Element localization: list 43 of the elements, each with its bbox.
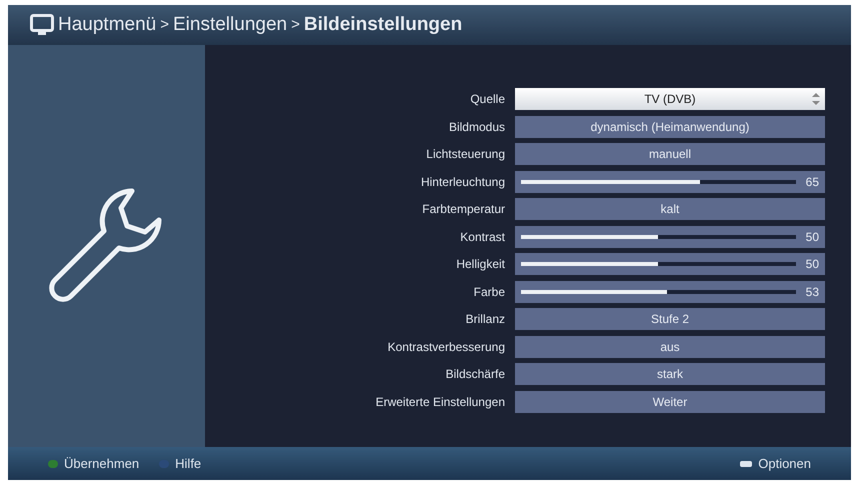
slider-track[interactable] [521, 290, 796, 294]
breadcrumb-item: Hauptmenü [58, 12, 156, 37]
slider-value: 50 [806, 228, 819, 246]
breadcrumb-item: Einstellungen [173, 12, 288, 37]
value-selector[interactable]: kalt [515, 198, 825, 220]
slider-row[interactable]: 50 [515, 226, 825, 248]
setting-label: Farbe [472, 284, 506, 301]
setting-label: Erweiterte Einstellungen [374, 394, 506, 411]
slider-value: 65 [806, 174, 819, 191]
slider-track[interactable] [521, 234, 796, 239]
value-selector[interactable]: dynamisch (Heimanwendung) [515, 116, 825, 138]
breadcrumb-separator: > [160, 14, 169, 35]
key-hint: Übernehmen [64, 454, 140, 473]
value-selector[interactable]: manuell [515, 143, 825, 166]
slider-value: 50 [806, 256, 819, 274]
slider-value: 53 [806, 284, 819, 301]
value-selector[interactable]: stark [515, 363, 825, 386]
setting-label: Quelle [469, 91, 506, 108]
slider-track[interactable] [521, 180, 796, 184]
breadcrumb-separator: > [291, 14, 300, 35]
breadcrumb-item: Bildeinstellungen [304, 12, 462, 37]
key-hint: Hilfe [175, 454, 202, 473]
setting-label: Bildmodus [448, 118, 506, 136]
setting-label: Lichtsteuerung [425, 146, 506, 164]
setting-label: Helligkeit [455, 256, 506, 274]
setting-label: Bildschärfe [444, 366, 506, 384]
setting-label: Farbtemperatur [421, 201, 506, 218]
setting-label: Hinterleuchtung [420, 174, 506, 191]
setting-label: Kontrastverbesserung [386, 338, 506, 356]
up-down-icon [811, 92, 821, 106]
value-selector[interactable]: TV (DVB) [515, 88, 825, 110]
tv-icon [30, 14, 54, 36]
value-selector[interactable]: Stufe 2 [515, 308, 825, 330]
setting-label: Kontrast [459, 228, 506, 246]
value-selector[interactable]: Weiter [515, 390, 825, 413]
slider-row[interactable]: 53 [515, 280, 825, 303]
value-selector[interactable]: aus [515, 336, 825, 358]
key-hint: Optionen [758, 454, 811, 473]
slider-track[interactable] [521, 262, 796, 266]
slider-row[interactable]: 50 [515, 253, 825, 276]
remote-key-icon [740, 460, 752, 468]
slider-row[interactable]: 65 [515, 170, 825, 193]
setting-label: Brillanz [464, 311, 506, 328]
